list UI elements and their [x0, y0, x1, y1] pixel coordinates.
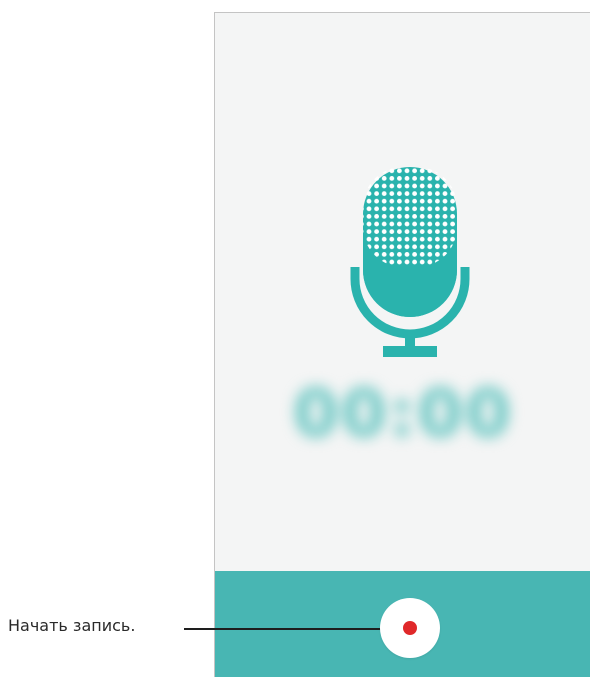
record-dot-icon	[403, 621, 417, 635]
elapsed-time: 00:00	[292, 375, 514, 452]
callout-label: Начать запись.	[8, 616, 136, 635]
record-button[interactable]	[380, 598, 440, 658]
phone-screen: 00:00	[214, 12, 590, 677]
microphone-icon	[350, 167, 470, 357]
callout-leader-line	[184, 628, 380, 630]
